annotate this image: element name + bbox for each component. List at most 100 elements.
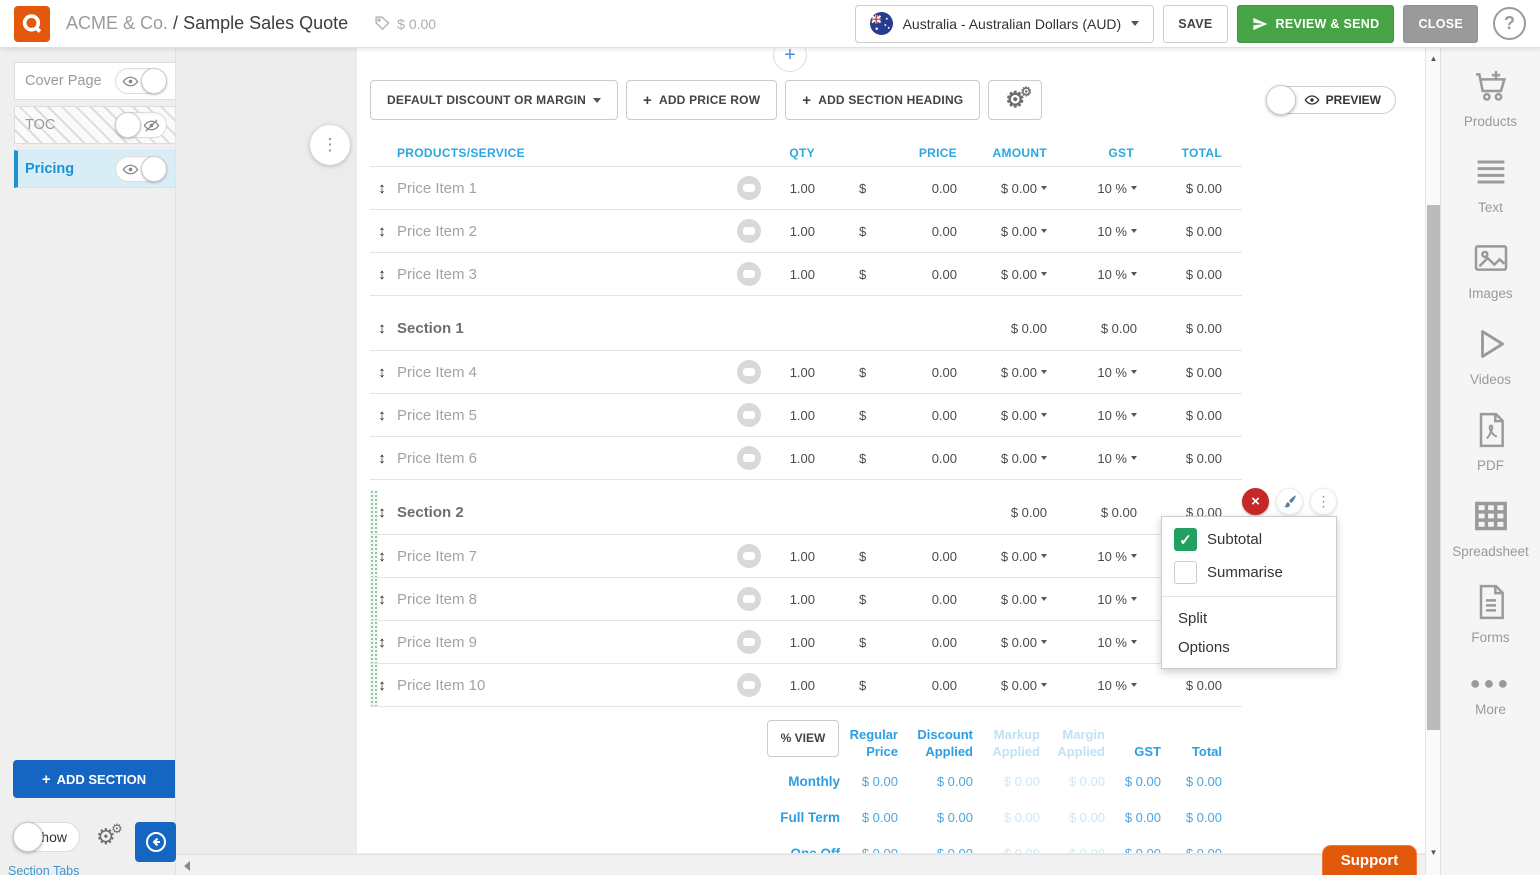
- scrollbar-thumb[interactable]: [1427, 205, 1440, 730]
- price-field[interactable]: 0.00: [932, 181, 957, 196]
- gst-dropdown[interactable]: 10 %: [1057, 678, 1147, 693]
- price-field[interactable]: 0.00: [932, 549, 957, 564]
- menu-item-summarise[interactable]: Summarise: [1162, 556, 1336, 589]
- section-heading-row[interactable]: ↕ Section 1 $ 0.00 $ 0.00 $ 0.00: [370, 306, 1242, 351]
- price-item-row[interactable]: ↕ Price Item 9 1.00 $0.00 $ 0.00 10 % $ …: [370, 621, 1242, 664]
- drag-handle-icon[interactable]: ↕: [370, 634, 394, 651]
- section-heading-row[interactable]: ↕ Section 2 $ 0.00 $ 0.00 $ 0.00: [370, 490, 1242, 535]
- amount-dropdown[interactable]: $ 0.00: [957, 181, 1057, 196]
- summary-row-label[interactable]: One Off: [370, 846, 840, 854]
- vertical-scrollbar[interactable]: ▲ ▼: [1425, 48, 1440, 875]
- currency-selector[interactable]: Australia - Australian Dollars (AUD): [855, 5, 1155, 43]
- qty-field[interactable]: 1.00: [790, 635, 815, 650]
- gst-dropdown[interactable]: 10 %: [1057, 549, 1147, 564]
- tool-spreadsheet[interactable]: Spreadsheet: [1452, 496, 1529, 559]
- qty-field[interactable]: 1.00: [790, 181, 815, 196]
- scroll-down-icon[interactable]: ▼: [1426, 848, 1441, 857]
- qty-field[interactable]: 1.00: [790, 408, 815, 423]
- price-item-label[interactable]: Price Item 2: [394, 223, 737, 240]
- drag-handle-icon[interactable]: ↕: [370, 180, 394, 197]
- drag-handle-icon[interactable]: ↕: [370, 591, 394, 608]
- show-toggle[interactable]: Show: [13, 822, 80, 852]
- qty-field[interactable]: 1.00: [790, 224, 815, 239]
- price-item-label[interactable]: Price Item 10: [394, 677, 737, 694]
- drag-handle-icon[interactable]: ↕: [370, 364, 394, 381]
- drag-handle-icon[interactable]: ↕: [370, 320, 394, 337]
- gst-dropdown[interactable]: 10 %: [1057, 224, 1147, 239]
- tool-text[interactable]: Text: [1471, 152, 1511, 215]
- add-section-button[interactable]: + ADD SECTION: [13, 760, 175, 798]
- checkbox-unchecked-icon[interactable]: [1174, 561, 1197, 584]
- price-item-row[interactable]: ↕ Price Item 2 1.00 $0.00 $ 0.00 10 % $ …: [370, 210, 1242, 253]
- price-item-row[interactable]: ↕ Price Item 10 1.00 $0.00 $ 0.00 10 % $…: [370, 664, 1242, 707]
- breadcrumb-company[interactable]: ACME & Co.: [66, 13, 168, 33]
- tool-images[interactable]: Images: [1468, 238, 1512, 301]
- section-more-button[interactable]: ⋮: [1310, 488, 1337, 515]
- preview-toggle[interactable]: PREVIEW: [1267, 86, 1396, 114]
- qty-field[interactable]: 1.00: [790, 451, 815, 466]
- price-item-label[interactable]: Price Item 9: [394, 634, 737, 651]
- amount-dropdown[interactable]: $ 0.00: [957, 365, 1057, 380]
- review-send-button[interactable]: REVIEW & SEND: [1237, 5, 1395, 43]
- price-item-label[interactable]: Price Item 8: [394, 591, 737, 608]
- qty-field[interactable]: 1.00: [790, 592, 815, 607]
- visibility-toggle[interactable]: [115, 112, 167, 138]
- price-item-label[interactable]: Price Item 3: [394, 266, 737, 283]
- drag-handle-icon[interactable]: ↕: [370, 677, 394, 694]
- price-field[interactable]: 0.00: [932, 365, 957, 380]
- comment-icon[interactable]: [737, 544, 761, 568]
- tool-videos[interactable]: Videos: [1470, 324, 1511, 387]
- settings-gears-icon[interactable]: ⚙⚙: [96, 826, 116, 848]
- help-button[interactable]: ?: [1493, 7, 1526, 40]
- comment-icon[interactable]: [737, 262, 761, 286]
- add-price-row-button[interactable]: + ADD PRICE ROW: [626, 80, 777, 120]
- comment-icon[interactable]: [737, 360, 761, 384]
- price-item-label[interactable]: Price Item 5: [394, 407, 737, 424]
- price-item-row[interactable]: ↕ Price Item 1 1.00 $0.00 $ 0.00 10 % $ …: [370, 167, 1242, 210]
- gst-dropdown[interactable]: 10 %: [1057, 365, 1147, 380]
- gst-dropdown[interactable]: 10 %: [1057, 267, 1147, 282]
- menu-item-subtotal[interactable]: ✓ Subtotal: [1162, 523, 1336, 556]
- drag-handle-icon[interactable]: ↕: [370, 407, 394, 424]
- comment-icon[interactable]: [737, 176, 761, 200]
- qty-field[interactable]: 1.00: [790, 549, 815, 564]
- menu-item-options[interactable]: Options: [1162, 633, 1336, 662]
- comment-icon[interactable]: [737, 403, 761, 427]
- price-item-row[interactable]: ↕ Price Item 4 1.00 $0.00 $ 0.00 10 % $ …: [370, 351, 1242, 394]
- price-item-label[interactable]: Price Item 7: [394, 548, 737, 565]
- gst-dropdown[interactable]: 10 %: [1057, 451, 1147, 466]
- price-field[interactable]: 0.00: [932, 408, 957, 423]
- default-discount-button[interactable]: DEFAULT DISCOUNT OR MARGIN: [370, 80, 618, 120]
- tool-more[interactable]: ●●● More: [1470, 668, 1512, 717]
- amount-dropdown[interactable]: $ 0.00: [957, 678, 1057, 693]
- price-field[interactable]: 0.00: [932, 592, 957, 607]
- sidebar-item-pricing[interactable]: Pricing: [14, 150, 175, 188]
- sidebar-item-cover-page[interactable]: Cover Page: [14, 62, 175, 100]
- percent-view-button[interactable]: % VIEW: [767, 720, 839, 757]
- price-item-row[interactable]: ↕ Price Item 7 1.00 $0.00 $ 0.00 10 % $ …: [370, 535, 1242, 578]
- price-field[interactable]: 0.00: [932, 635, 957, 650]
- amount-dropdown[interactable]: $ 0.00: [957, 635, 1057, 650]
- comment-icon[interactable]: [737, 630, 761, 654]
- menu-item-split[interactable]: Split: [1162, 604, 1336, 633]
- gst-dropdown[interactable]: 10 %: [1057, 181, 1147, 196]
- qty-field[interactable]: 1.00: [790, 365, 815, 380]
- gst-dropdown[interactable]: 10 %: [1057, 635, 1147, 650]
- comment-icon[interactable]: [737, 219, 761, 243]
- qty-field[interactable]: 1.00: [790, 267, 815, 282]
- sidebar-item-toc[interactable]: TOC: [14, 106, 175, 144]
- price-item-label[interactable]: Price Item 6: [394, 450, 737, 467]
- comment-icon[interactable]: [737, 446, 761, 470]
- quote-title[interactable]: Sample Sales Quote: [183, 13, 348, 33]
- checkbox-checked-icon[interactable]: ✓: [1174, 528, 1197, 551]
- price-field[interactable]: 0.00: [932, 267, 957, 282]
- visibility-toggle[interactable]: [115, 156, 167, 182]
- drag-handle-icon[interactable]: ↕: [370, 223, 394, 240]
- summary-row-label[interactable]: Full Term: [370, 810, 840, 825]
- price-field[interactable]: 0.00: [932, 451, 957, 466]
- gst-dropdown[interactable]: 10 %: [1057, 592, 1147, 607]
- block-options-button[interactable]: ⋮: [310, 125, 350, 165]
- amount-dropdown[interactable]: $ 0.00: [957, 451, 1057, 466]
- price-item-label[interactable]: Price Item 4: [394, 364, 737, 381]
- comment-icon[interactable]: [737, 673, 761, 697]
